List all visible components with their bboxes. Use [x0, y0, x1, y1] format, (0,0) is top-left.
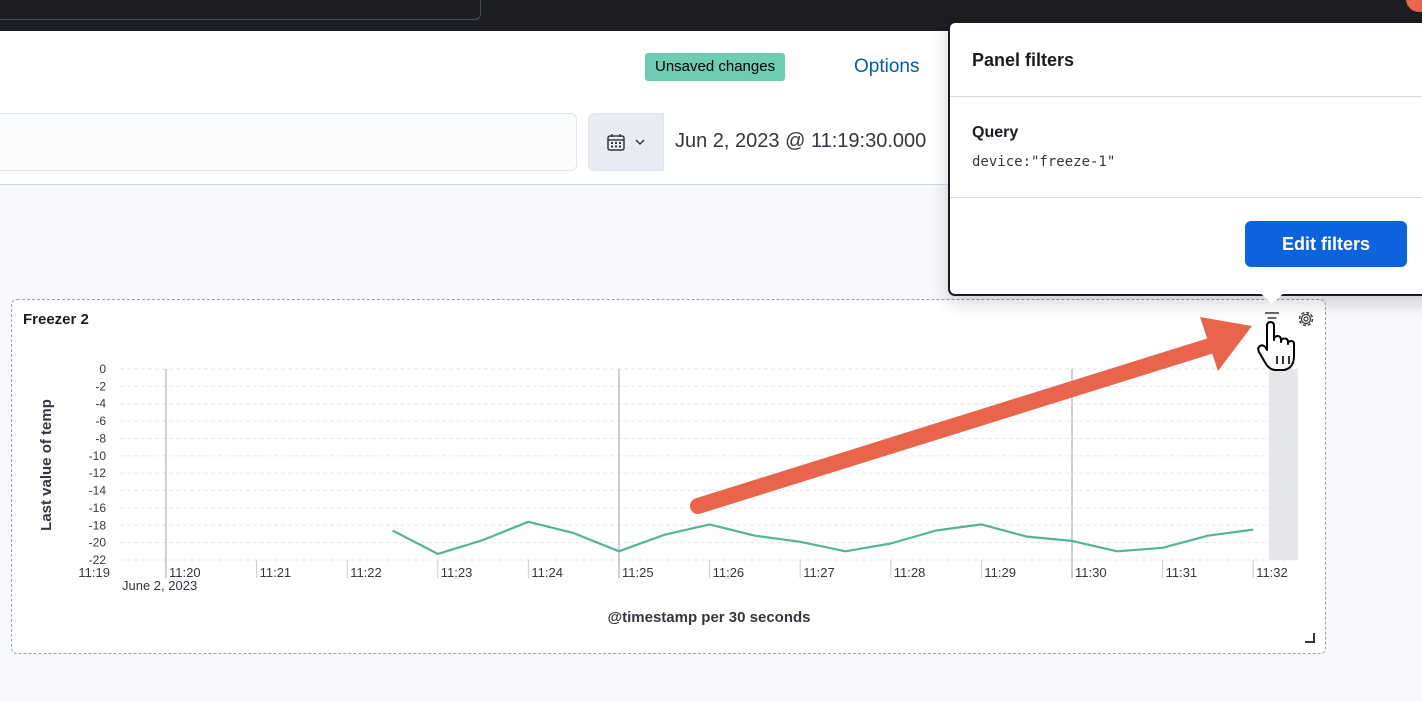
visualization-panel — [11, 299, 1326, 654]
resize-handle[interactable] — [1305, 633, 1315, 643]
divider — [950, 96, 1422, 97]
query-input[interactable] — [0, 113, 577, 171]
calendar-icon — [607, 134, 625, 151]
query-label: Query — [972, 124, 1019, 141]
panel-actions — [1260, 308, 1320, 343]
divider — [950, 197, 1422, 198]
panel-title: Freezer 2 — [23, 311, 89, 328]
user-avatar[interactable] — [1406, 0, 1422, 12]
unsaved-changes-badge: Unsaved changes — [645, 53, 786, 81]
popover-arrow — [1258, 291, 1286, 304]
gear-icon[interactable] — [1298, 311, 1314, 327]
popover-title: Panel filters — [972, 50, 1075, 70]
quick-menu-button[interactable] — [588, 113, 664, 171]
query-value: device:"freeze-1" — [972, 154, 1116, 170]
date-start-value[interactable]: Jun 2, 2023 @ 11:19:30.000 — [675, 128, 926, 154]
filter-icon[interactable] — [1265, 312, 1279, 324]
options-link[interactable]: Options — [854, 55, 919, 79]
chevron-down-icon — [635, 139, 645, 146]
edit-filters-button[interactable]: Edit filters — [1245, 221, 1407, 267]
global-search-field[interactable] — [0, 0, 481, 20]
